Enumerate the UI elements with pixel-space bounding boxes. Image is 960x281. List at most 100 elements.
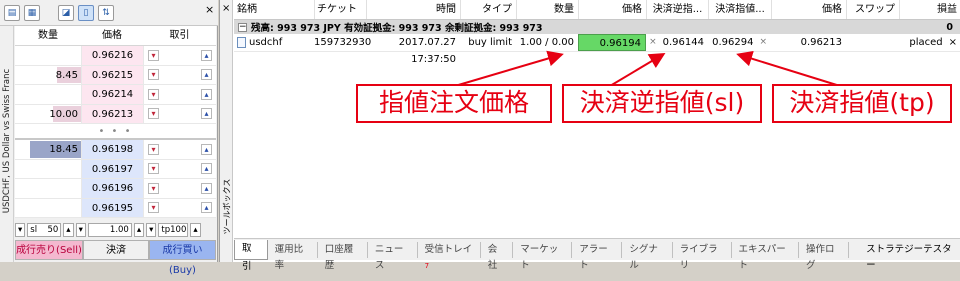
col-ticket[interactable]: チケット xyxy=(314,0,366,19)
tp-field[interactable]: tp 100 xyxy=(158,223,189,237)
sell-limit-icon[interactable]: ▾ xyxy=(148,163,159,175)
col-price[interactable]: 価格 xyxy=(578,0,646,19)
order-doc-icon xyxy=(237,37,246,48)
dom-toolbar: ▤ ▦ ◪ ▯ ⇅ × xyxy=(0,0,218,26)
sell-limit-icon[interactable]: ▾ xyxy=(148,49,159,61)
col-profit[interactable]: 損益 xyxy=(899,0,960,19)
col-sl[interactable]: 決済逆指... xyxy=(646,0,708,19)
tab-mailbox[interactable]: 受信トレイ 7 xyxy=(418,241,481,270)
volume-field[interactable]: 1.00 xyxy=(87,223,132,237)
col-tp[interactable]: 決済指値... xyxy=(708,0,771,19)
col-type[interactable]: タイプ xyxy=(460,0,516,19)
col-symbol[interactable]: 銘柄 xyxy=(234,0,314,19)
tab-journal[interactable]: 操作ログ xyxy=(799,241,850,271)
tab-mailbox-label: 受信トレイ xyxy=(424,243,473,255)
buy-limit-icon[interactable]: ▴ xyxy=(201,88,212,100)
tab-news[interactable]: ニュース xyxy=(368,241,418,271)
order-tp-value: 0.96294 xyxy=(712,37,754,48)
tab-library[interactable]: ライブラリ xyxy=(673,241,732,271)
ask-row[interactable]: 8.45 0.96215 ▾ ▴ xyxy=(15,65,216,85)
buy-limit-icon[interactable]: ▴ xyxy=(201,143,212,155)
ask-row[interactable]: 0.96214 ▾ ▴ xyxy=(15,85,216,105)
order-sl[interactable]: × 0.96144 xyxy=(646,34,708,51)
balance-text: 残高: 993 973 JPY 有効証拠金: 993 973 余剰証拠金: 99… xyxy=(251,23,543,34)
bid-row[interactable]: 18.45 0.96198 ▾ ▴ xyxy=(15,140,216,160)
ask-row[interactable]: 0.96216 ▾ ▴ xyxy=(15,46,216,66)
tab-exposure[interactable]: 運用比率 xyxy=(268,241,318,271)
order-current-price: 0.96213 xyxy=(800,37,842,48)
order-row[interactable]: usdchf 159732930 2017.07.27 17:37:50 buy… xyxy=(234,34,960,65)
ask-price: 0.96215 xyxy=(81,65,143,84)
terminal-panel: × ツールボックス 銘柄 チケット 時間 タイプ 数量 価格 決済逆指... 決… xyxy=(219,0,960,272)
volume-spin-down[interactable]: ▾ xyxy=(75,223,86,237)
tab-strategy-tester[interactable]: ストラテジーテスター xyxy=(859,242,960,271)
sl-spin-down[interactable]: ▾ xyxy=(15,223,26,237)
bid-price: 0.96195 xyxy=(81,198,143,217)
tab-trade[interactable]: 取引 xyxy=(234,239,268,272)
buy-limit-icon[interactable]: ▴ xyxy=(201,108,212,120)
sl-field[interactable]: sl 50 xyxy=(27,223,62,237)
tp-spin-up[interactable]: ▴ xyxy=(190,223,201,237)
symbol-label: USDCHF, US Dollar vs Swiss Franc xyxy=(2,68,12,214)
sell-limit-icon[interactable]: ▾ xyxy=(148,108,159,120)
depth-of-market-panel: ▤ ▦ ◪ ▯ ⇅ × USDCHF, US Dollar vs Swiss F… xyxy=(0,0,218,276)
ask-row[interactable]: 10.00 0.96213 ▾ ▴ xyxy=(15,104,216,124)
col-time[interactable]: 時間 xyxy=(366,0,460,19)
order-state-text: placed xyxy=(909,37,943,48)
ask-price: 0.96214 xyxy=(81,85,143,104)
sell-limit-icon[interactable]: ▾ xyxy=(148,182,159,194)
bid-actions: ▾ ▴ xyxy=(143,179,216,198)
close-position-button[interactable]: 決済 xyxy=(83,240,149,260)
close-icon[interactable]: × xyxy=(222,3,230,14)
remove-sl-icon[interactable]: × xyxy=(649,34,657,51)
collapse-icon[interactable]: − xyxy=(238,22,247,32)
buy-limit-icon[interactable]: ▴ xyxy=(201,69,212,81)
tab-signals[interactable]: シグナル xyxy=(622,241,673,271)
symbol-vertical-label: USDCHF, US Dollar vs Swiss Franc xyxy=(0,26,14,262)
order-tp[interactable]: 0.96294 × xyxy=(708,34,771,51)
delete-order-icon[interactable]: × xyxy=(949,34,957,51)
volume-spin-up[interactable]: ▴ xyxy=(133,223,145,237)
buy-limit-icon[interactable]: ▴ xyxy=(201,163,212,175)
col-swap[interactable]: スワップ xyxy=(846,0,899,19)
ask-qty-text: 10.00 xyxy=(49,108,78,120)
tp-spin-down[interactable]: ▾ xyxy=(146,223,157,237)
buy-button[interactable]: 成行買い(Buy) xyxy=(149,240,216,276)
tab-company[interactable]: 会社 xyxy=(481,241,514,271)
spread-dots[interactable]: • • • xyxy=(15,124,216,140)
header-price: 価格 xyxy=(102,30,122,41)
ask-qty xyxy=(15,46,81,65)
bid-row[interactable]: 0.96195 ▾ ▴ xyxy=(15,198,216,218)
ask-qty-text: 8.45 xyxy=(55,69,78,81)
sell-limit-icon[interactable]: ▾ xyxy=(148,202,159,214)
buy-limit-icon[interactable]: ▴ xyxy=(201,182,212,194)
sell-limit-icon[interactable]: ▾ xyxy=(148,88,159,100)
order-swap xyxy=(846,34,899,51)
dom-icon[interactable]: ▯ xyxy=(78,5,94,21)
close-icon[interactable]: × xyxy=(205,3,214,16)
tab-alerts[interactable]: アラート xyxy=(572,241,623,271)
remove-tp-icon[interactable]: × xyxy=(759,34,767,51)
tab-experts[interactable]: エキスパート xyxy=(732,241,799,271)
sl-value: 50 xyxy=(47,225,59,235)
buy-limit-icon[interactable]: ▴ xyxy=(201,49,212,61)
sl-spin-up[interactable]: ▴ xyxy=(63,223,74,237)
sell-limit-icon[interactable]: ▾ xyxy=(148,143,159,155)
sell-button[interactable]: 成行売り(Sell) xyxy=(15,240,83,260)
order-ticket: 159732930 xyxy=(314,37,372,48)
buy-limit-icon[interactable]: ▴ xyxy=(201,202,212,214)
col-volume[interactable]: 数量 xyxy=(516,0,578,19)
tab-history[interactable]: 口座履歴 xyxy=(318,241,368,271)
col-current-price[interactable]: 価格 xyxy=(771,0,846,19)
sell-limit-icon[interactable]: ▾ xyxy=(148,69,159,81)
annotation-limit-price: 指値注文価格 xyxy=(356,84,552,123)
tick-chart-icon[interactable]: ◪ xyxy=(58,5,74,21)
grid-icon[interactable]: ▦ xyxy=(24,5,40,21)
mailbox-badge: 7 xyxy=(424,261,430,270)
bid-row[interactable]: 0.96197 ▾ ▴ xyxy=(15,159,216,179)
chart-icon[interactable]: ▤ xyxy=(4,5,20,21)
bid-row[interactable]: 0.96196 ▾ ▴ xyxy=(15,179,216,199)
order-price[interactable]: 0.96194 xyxy=(578,34,646,51)
tab-market[interactable]: マーケット xyxy=(513,241,573,271)
trade-icon[interactable]: ⇅ xyxy=(98,5,114,21)
